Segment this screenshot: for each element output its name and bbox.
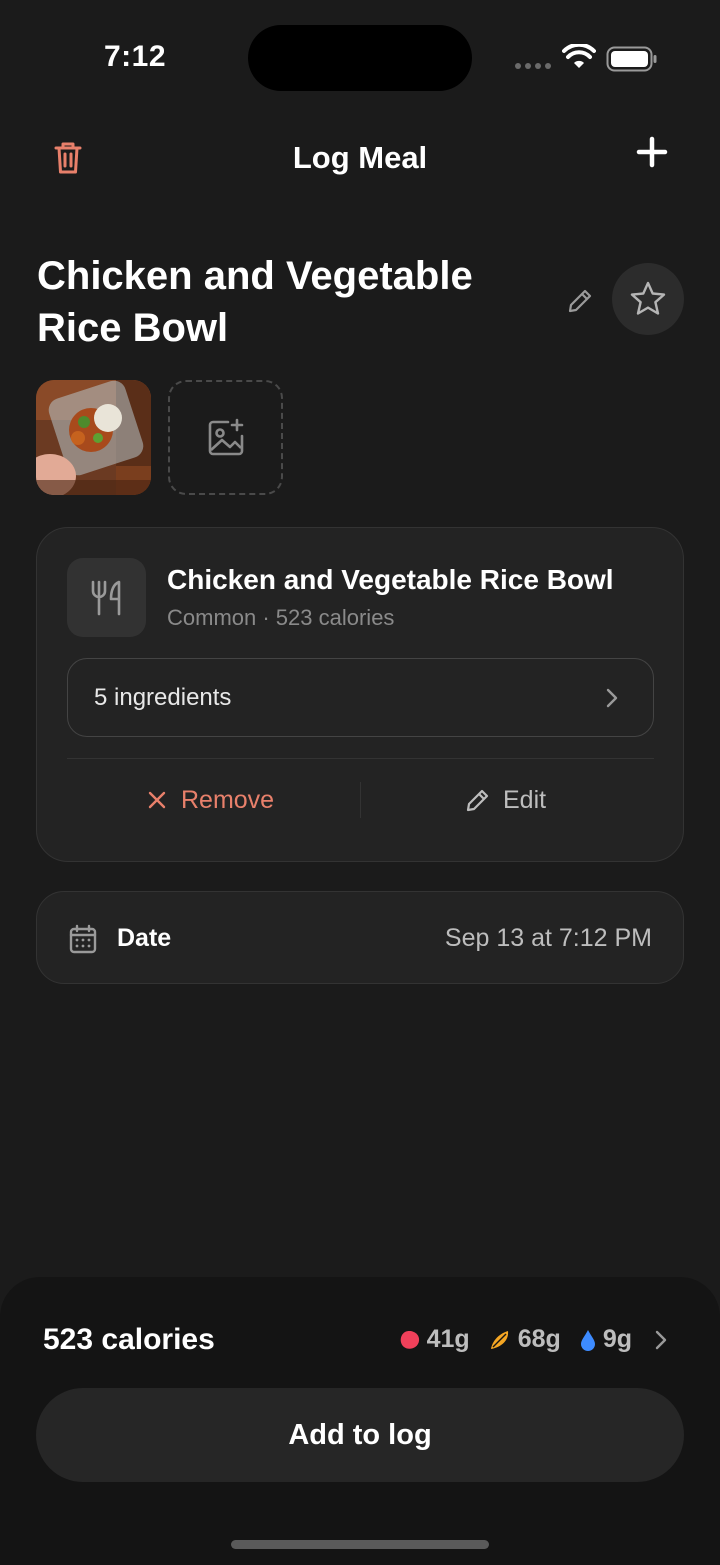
pencil-icon bbox=[568, 289, 592, 313]
date-value[interactable]: Sep 13 at 7:12 PM bbox=[445, 924, 652, 953]
macro-protein-value: 41g bbox=[426, 1325, 470, 1353]
edit-meal-title-button[interactable] bbox=[563, 284, 597, 318]
calendar-icon bbox=[69, 924, 97, 954]
ingredients-row[interactable]: 5 ingredients bbox=[67, 658, 654, 737]
food-icon-box bbox=[67, 558, 146, 637]
favorite-button[interactable] bbox=[612, 263, 684, 335]
protein-icon bbox=[400, 1330, 419, 1349]
plus-icon bbox=[636, 136, 668, 168]
macros-chevron bbox=[654, 1329, 668, 1351]
add-to-log-button[interactable]: Add to log bbox=[36, 1388, 684, 1482]
food-item-card: Chicken and Vegetable Rice Bowl Common ·… bbox=[36, 527, 684, 862]
meal-title: Chicken and Vegetable Rice Bowl bbox=[37, 254, 473, 350]
fork-knife-icon bbox=[91, 580, 120, 615]
meal-photo[interactable] bbox=[36, 380, 151, 495]
pencil-icon bbox=[466, 789, 489, 812]
add-image-icon bbox=[208, 418, 243, 455]
cellular-signal-icon bbox=[515, 63, 551, 69]
add-food-button[interactable] bbox=[632, 130, 672, 174]
chevron-right-icon bbox=[655, 1330, 667, 1349]
page-title: Log Meal bbox=[292, 140, 428, 175]
close-icon bbox=[148, 791, 166, 809]
action-divider bbox=[360, 782, 361, 818]
meal-photo-image bbox=[36, 380, 151, 495]
dynamic-island bbox=[248, 25, 472, 91]
chevron-right-icon bbox=[606, 688, 618, 708]
macro-protein: 41g bbox=[399, 1325, 470, 1354]
wifi-icon bbox=[562, 44, 596, 68]
status-time: 7:12 bbox=[104, 40, 167, 73]
battery-icon bbox=[606, 46, 657, 72]
log-meal-screen: 7:12 Log Meal Chicken and Vegetable Rice… bbox=[0, 0, 720, 1565]
remove-button[interactable]: Remove bbox=[147, 778, 274, 822]
home-indicator[interactable] bbox=[231, 1540, 489, 1549]
ingredients-label: 5 ingredients bbox=[94, 683, 232, 711]
total-calories: 523 calories bbox=[43, 1323, 215, 1356]
edit-button[interactable]: Edit bbox=[465, 778, 546, 822]
macro-fat-value: 9g bbox=[602, 1325, 632, 1353]
remove-label: Remove bbox=[181, 785, 275, 814]
food-item-name: Chicken and Vegetable Rice Bowl bbox=[167, 564, 614, 595]
food-item-subtitle: Common · 523 calories bbox=[167, 605, 395, 630]
macros-summary[interactable]: 41g 68g 9g bbox=[381, 1325, 668, 1354]
edit-label: Edit bbox=[503, 785, 547, 814]
macro-carbs-value: 68g bbox=[517, 1325, 561, 1353]
carbs-icon bbox=[490, 1330, 508, 1349]
macro-carbs: 68g bbox=[488, 1325, 561, 1354]
droplet-icon bbox=[580, 1329, 595, 1351]
card-divider bbox=[67, 758, 654, 759]
date-row[interactable]: Date Sep 13 at 7:12 PM bbox=[36, 891, 684, 984]
date-label: Date bbox=[117, 924, 172, 952]
add-photo-button[interactable] bbox=[168, 380, 283, 495]
star-icon bbox=[630, 281, 666, 315]
add-to-log-label: Add to log bbox=[288, 1418, 432, 1451]
macro-fat: 9g bbox=[579, 1325, 632, 1354]
summary-panel: 523 calories 41g 68g 9g Add to log bbox=[0, 1277, 720, 1565]
